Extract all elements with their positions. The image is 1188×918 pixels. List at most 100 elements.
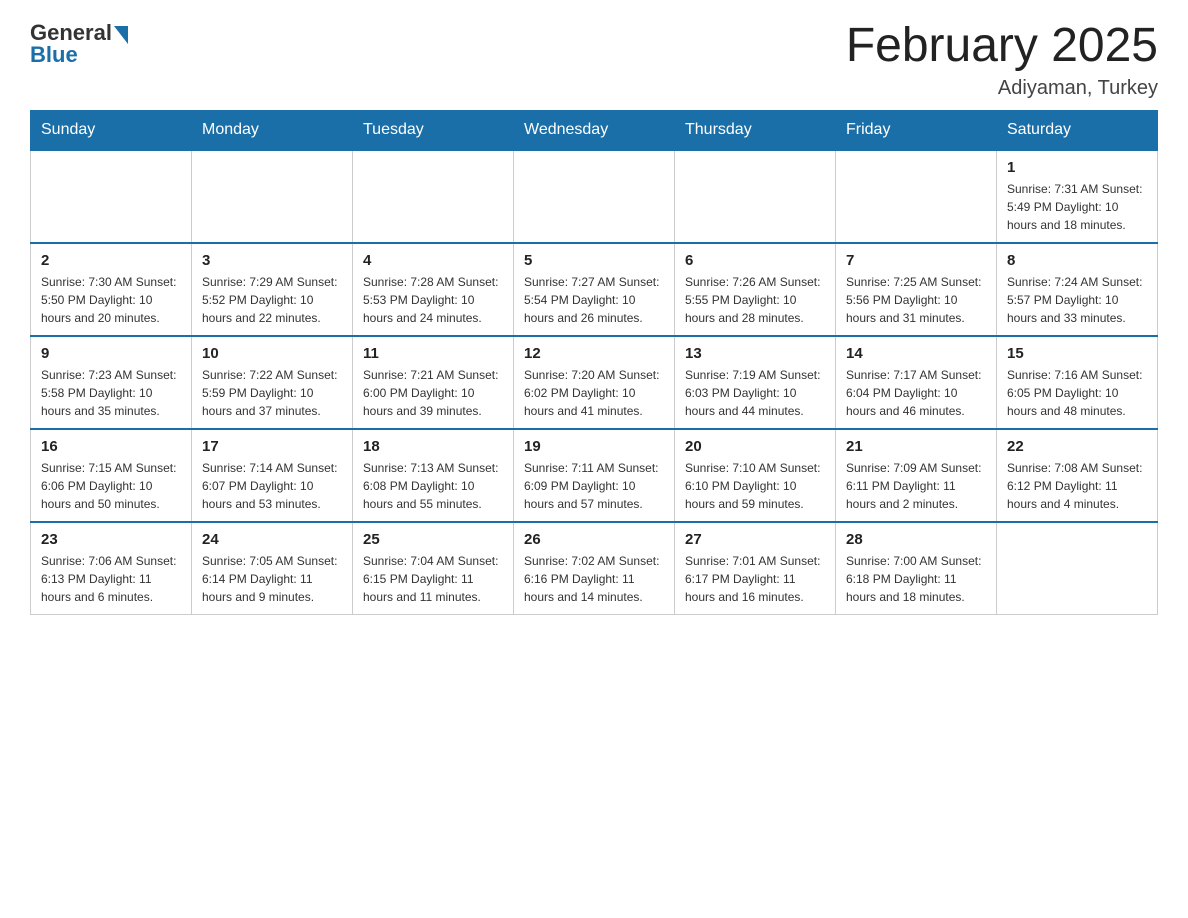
logo: General Blue <box>30 20 128 68</box>
day-number: 20 <box>685 438 825 455</box>
day-number: 13 <box>685 345 825 362</box>
day-number: 14 <box>846 345 986 362</box>
calendar-cell <box>997 522 1158 615</box>
day-number: 9 <box>41 345 181 362</box>
month-title: February 2025 <box>846 20 1158 73</box>
day-number: 15 <box>1007 345 1147 362</box>
calendar-weekday-thursday: Thursday <box>675 110 836 150</box>
calendar-cell: 3Sunrise: 7:29 AM Sunset: 5:52 PM Daylig… <box>192 243 353 336</box>
calendar-cell <box>31 150 192 243</box>
day-number: 21 <box>846 438 986 455</box>
day-number: 19 <box>524 438 664 455</box>
day-number: 10 <box>202 345 342 362</box>
calendar-cell: 11 Sunrise: 7:21 AM Sunset: 6:00 PM Dayli… <box>353 336 514 429</box>
calendar-weekday-monday: Monday <box>192 110 353 150</box>
page-header: General Blue February 2025 Adiyaman, Tur… <box>30 20 1158 100</box>
day-number: 8 <box>1007 252 1147 269</box>
calendar-cell: 16 Sunrise: 7:15 AM Sunset: 6:06 PM Dayli… <box>31 429 192 522</box>
calendar-weekday-wednesday: Wednesday <box>514 110 675 150</box>
day-info: Sunrise: 7:04 AM Sunset: 6:15 PM Dayligh… <box>363 552 503 606</box>
logo-blue-text: Blue <box>30 42 78 68</box>
day-number: 16 <box>41 438 181 455</box>
day-number: 28 <box>846 531 986 548</box>
day-number: 22 <box>1007 438 1147 455</box>
calendar-cell: 15 Sunrise: 7:16 AM Sunset: 6:05 PM Dayli… <box>997 336 1158 429</box>
day-info: Sunrise: 7:16 AM Sunset: 6:05 PM Dayligh… <box>1007 366 1147 420</box>
day-info: Sunrise: 7:25 AM Sunset: 5:56 PM Dayligh… <box>846 273 986 327</box>
calendar-cell: 13 Sunrise: 7:19 AM Sunset: 6:03 PM Dayli… <box>675 336 836 429</box>
calendar-week-row: 2Sunrise: 7:30 AM Sunset: 5:50 PM Daylig… <box>31 243 1158 336</box>
day-info: Sunrise: 7:11 AM Sunset: 6:09 PM Dayligh… <box>524 459 664 513</box>
day-number: 24 <box>202 531 342 548</box>
day-info: Sunrise: 7:19 AM Sunset: 6:03 PM Dayligh… <box>685 366 825 420</box>
day-info: Sunrise: 7:15 AM Sunset: 6:06 PM Dayligh… <box>41 459 181 513</box>
day-number: 23 <box>41 531 181 548</box>
day-info: Sunrise: 7:08 AM Sunset: 6:12 PM Dayligh… <box>1007 459 1147 513</box>
calendar-table: SundayMondayTuesdayWednesdayThursdayFrid… <box>30 110 1158 615</box>
calendar-cell: 4 Sunrise: 7:28 AM Sunset: 5:53 PM Daylig… <box>353 243 514 336</box>
day-number: 1 <box>1007 159 1147 176</box>
calendar-cell <box>675 150 836 243</box>
calendar-cell <box>514 150 675 243</box>
calendar-cell: 20 Sunrise: 7:10 AM Sunset: 6:10 PM Dayli… <box>675 429 836 522</box>
day-info: Sunrise: 7:26 AM Sunset: 5:55 PM Dayligh… <box>685 273 825 327</box>
day-info: Sunrise: 7:27 AM Sunset: 5:54 PM Dayligh… <box>524 273 664 327</box>
day-number: 6 <box>685 252 825 269</box>
calendar-cell: 17Sunrise: 7:14 AM Sunset: 6:07 PM Dayli… <box>192 429 353 522</box>
day-info: Sunrise: 7:21 AM Sunset: 6:00 PM Dayligh… <box>363 366 503 420</box>
location: Adiyaman, Turkey <box>846 77 1158 100</box>
calendar-cell: 19 Sunrise: 7:11 AM Sunset: 6:09 PM Dayli… <box>514 429 675 522</box>
calendar-weekday-saturday: Saturday <box>997 110 1158 150</box>
day-number: 27 <box>685 531 825 548</box>
day-info: Sunrise: 7:20 AM Sunset: 6:02 PM Dayligh… <box>524 366 664 420</box>
day-number: 17 <box>202 438 342 455</box>
day-number: 18 <box>363 438 503 455</box>
calendar-week-row: 9 Sunrise: 7:23 AM Sunset: 5:58 PM Daylig… <box>31 336 1158 429</box>
day-number: 25 <box>363 531 503 548</box>
calendar-weekday-sunday: Sunday <box>31 110 192 150</box>
title-section: February 2025 Adiyaman, Turkey <box>846 20 1158 100</box>
calendar-cell: 6 Sunrise: 7:26 AM Sunset: 5:55 PM Daylig… <box>675 243 836 336</box>
day-info: Sunrise: 7:05 AM Sunset: 6:14 PM Dayligh… <box>202 552 342 606</box>
calendar-cell <box>192 150 353 243</box>
day-number: 26 <box>524 531 664 548</box>
day-info: Sunrise: 7:09 AM Sunset: 6:11 PM Dayligh… <box>846 459 986 513</box>
calendar-cell: 27Sunrise: 7:01 AM Sunset: 6:17 PM Dayli… <box>675 522 836 615</box>
day-info: Sunrise: 7:23 AM Sunset: 5:58 PM Dayligh… <box>41 366 181 420</box>
day-number: 7 <box>846 252 986 269</box>
day-info: Sunrise: 7:10 AM Sunset: 6:10 PM Dayligh… <box>685 459 825 513</box>
day-number: 11 <box>363 345 503 362</box>
day-info: Sunrise: 7:00 AM Sunset: 6:18 PM Dayligh… <box>846 552 986 606</box>
calendar-cell: 23 Sunrise: 7:06 AM Sunset: 6:13 PM Dayli… <box>31 522 192 615</box>
calendar-weekday-friday: Friday <box>836 110 997 150</box>
calendar-cell: 7 Sunrise: 7:25 AM Sunset: 5:56 PM Daylig… <box>836 243 997 336</box>
day-info: Sunrise: 7:28 AM Sunset: 5:53 PM Dayligh… <box>363 273 503 327</box>
calendar-cell: 10 Sunrise: 7:22 AM Sunset: 5:59 PM Dayli… <box>192 336 353 429</box>
calendar-weekday-tuesday: Tuesday <box>353 110 514 150</box>
calendar-cell: 14Sunrise: 7:17 AM Sunset: 6:04 PM Dayli… <box>836 336 997 429</box>
calendar-cell: 9 Sunrise: 7:23 AM Sunset: 5:58 PM Daylig… <box>31 336 192 429</box>
day-info: Sunrise: 7:31 AM Sunset: 5:49 PM Dayligh… <box>1007 180 1147 234</box>
day-info: Sunrise: 7:06 AM Sunset: 6:13 PM Dayligh… <box>41 552 181 606</box>
day-info: Sunrise: 7:29 AM Sunset: 5:52 PM Dayligh… <box>202 273 342 327</box>
calendar-cell: 24 Sunrise: 7:05 AM Sunset: 6:14 PM Dayli… <box>192 522 353 615</box>
calendar-cell: 2Sunrise: 7:30 AM Sunset: 5:50 PM Daylig… <box>31 243 192 336</box>
calendar-week-row: 16 Sunrise: 7:15 AM Sunset: 6:06 PM Dayli… <box>31 429 1158 522</box>
day-info: Sunrise: 7:22 AM Sunset: 5:59 PM Dayligh… <box>202 366 342 420</box>
day-number: 5 <box>524 252 664 269</box>
calendar-cell: 12 Sunrise: 7:20 AM Sunset: 6:02 PM Dayli… <box>514 336 675 429</box>
day-number: 4 <box>363 252 503 269</box>
calendar-cell: 8 Sunrise: 7:24 AM Sunset: 5:57 PM Daylig… <box>997 243 1158 336</box>
logo-arrow-icon <box>114 26 128 44</box>
calendar-cell: 26Sunrise: 7:02 AM Sunset: 6:16 PM Dayli… <box>514 522 675 615</box>
day-info: Sunrise: 7:24 AM Sunset: 5:57 PM Dayligh… <box>1007 273 1147 327</box>
calendar-cell: 5 Sunrise: 7:27 AM Sunset: 5:54 PM Daylig… <box>514 243 675 336</box>
calendar-cell: 1 Sunrise: 7:31 AM Sunset: 5:49 PM Daylig… <box>997 150 1158 243</box>
calendar-cell: 22 Sunrise: 7:08 AM Sunset: 6:12 PM Dayli… <box>997 429 1158 522</box>
calendar-header-row: SundayMondayTuesdayWednesdayThursdayFrid… <box>31 110 1158 150</box>
calendar-cell <box>836 150 997 243</box>
calendar-week-row: 23 Sunrise: 7:06 AM Sunset: 6:13 PM Dayli… <box>31 522 1158 615</box>
calendar-cell: 21 Sunrise: 7:09 AM Sunset: 6:11 PM Dayli… <box>836 429 997 522</box>
calendar-cell: 25 Sunrise: 7:04 AM Sunset: 6:15 PM Dayli… <box>353 522 514 615</box>
day-number: 12 <box>524 345 664 362</box>
